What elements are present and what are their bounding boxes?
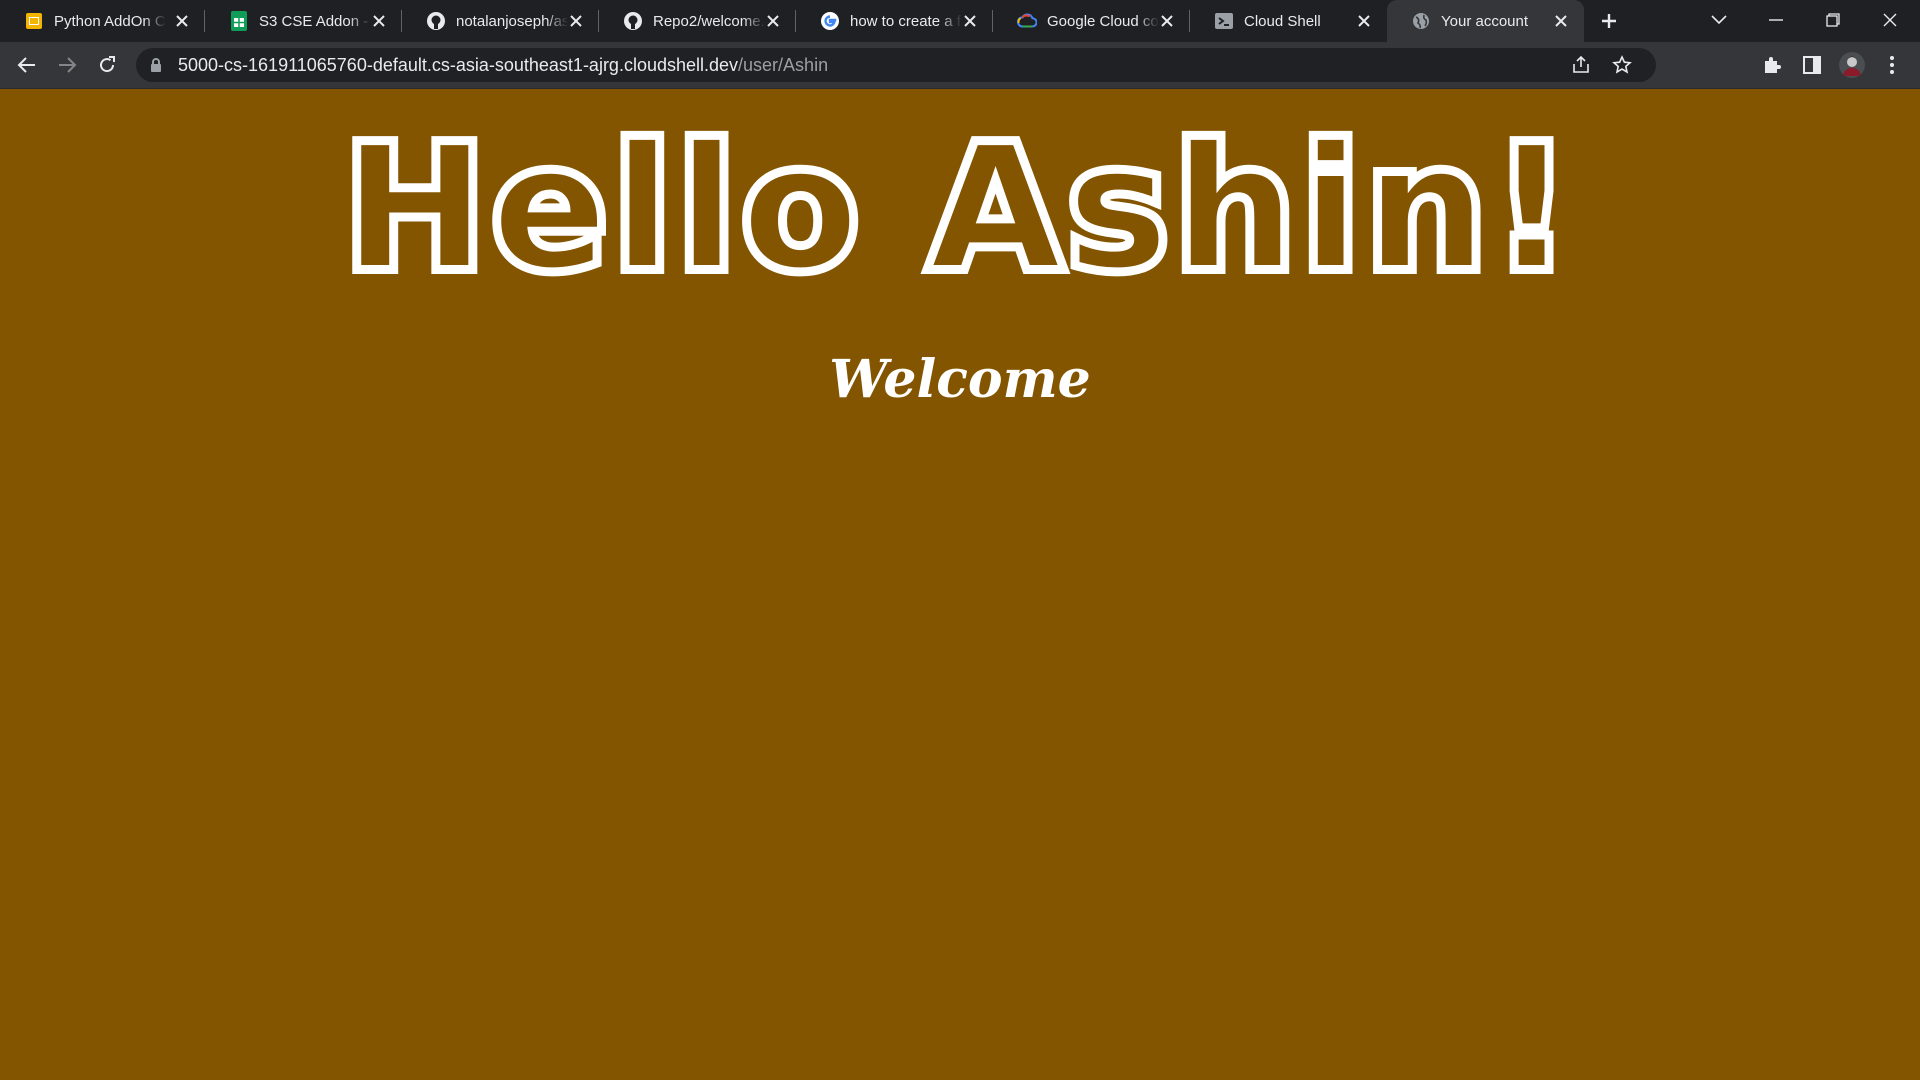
- lock-icon[interactable]: [150, 57, 162, 78]
- side-panel-button[interactable]: [1796, 49, 1828, 81]
- globe-icon: [1411, 11, 1431, 31]
- close-icon: [1883, 13, 1897, 27]
- tab-repo2-welcome[interactable]: Repo2/welcome.h: [599, 0, 796, 42]
- window-close-button[interactable]: [1862, 0, 1918, 40]
- extensions-button[interactable]: [1756, 49, 1788, 81]
- google-sheets-icon: [229, 11, 249, 31]
- tab-title: S3 CSE Addon - G: [259, 12, 371, 30]
- close-icon[interactable]: [1158, 12, 1176, 30]
- side-panel-icon: [1803, 56, 1821, 74]
- tab-cloud-shell[interactable]: Cloud Shell: [1190, 0, 1387, 42]
- address-bar[interactable]: 5000-cs-161911065760-default.cs-asia-sou…: [136, 48, 1656, 82]
- google-cloud-icon: [1017, 11, 1037, 31]
- close-icon[interactable]: [764, 12, 782, 30]
- restore-icon: [1826, 13, 1840, 27]
- browser-toolbar: 5000-cs-161911065760-default.cs-asia-sou…: [0, 42, 1920, 89]
- tab-python-addon[interactable]: Python AddOn Co: [0, 0, 205, 42]
- minimize-button[interactable]: [1748, 0, 1804, 40]
- url-path: /user/Ashin: [738, 55, 829, 75]
- close-icon[interactable]: [370, 12, 388, 30]
- tab-s3-cse-addon[interactable]: S3 CSE Addon - G: [205, 0, 402, 42]
- tab-notalanjoseph[interactable]: notalanjoseph/as: [402, 0, 599, 42]
- close-icon[interactable]: [567, 12, 585, 30]
- puzzle-icon: [1765, 57, 1781, 73]
- tab-title: notalanjoseph/as: [456, 12, 568, 30]
- greeting-heading: Hello Ashin!: [342, 108, 1577, 310]
- profile-button[interactable]: [1836, 49, 1868, 81]
- tab-your-account[interactable]: Your account: [1387, 0, 1584, 42]
- arrow-right-icon: [59, 57, 77, 73]
- tab-title: Google Cloud con: [1047, 12, 1159, 30]
- share-icon[interactable]: [1569, 53, 1593, 77]
- tab-title: Python AddOn Co: [54, 12, 166, 30]
- tab-search-button[interactable]: [1691, 0, 1747, 40]
- kebab-menu-icon: [1890, 56, 1894, 74]
- tab-strip: Python AddOn Co S3 CSE Addon - G notalan…: [0, 0, 1920, 42]
- close-icon[interactable]: [961, 12, 979, 30]
- avatar: [1839, 52, 1865, 78]
- restore-button[interactable]: [1805, 0, 1861, 40]
- chevron-down-icon: [1711, 15, 1727, 25]
- tab-title: Cloud Shell: [1244, 12, 1321, 30]
- reload-icon: [100, 56, 115, 73]
- tab-title: Repo2/welcome.h: [653, 12, 765, 30]
- minimize-icon: [1769, 19, 1783, 21]
- google-slides-icon: [24, 11, 44, 31]
- tab-title: how to create a fo: [850, 12, 962, 30]
- github-icon: [426, 11, 446, 31]
- bookmark-star-icon[interactable]: [1610, 53, 1634, 77]
- cloud-shell-icon: [1214, 11, 1234, 31]
- google-icon: [820, 11, 840, 31]
- url-text[interactable]: 5000-cs-161911065760-default.cs-asia-sou…: [178, 48, 828, 82]
- reload-button[interactable]: [91, 49, 123, 81]
- close-icon[interactable]: [1355, 12, 1373, 30]
- welcome-subtitle: Welcome: [829, 349, 1091, 410]
- github-icon: [623, 11, 643, 31]
- page-content: Hello Ashin! Hello Ashin! Welcome: [0, 89, 1920, 1080]
- tab-google-cloud-console[interactable]: Google Cloud con: [993, 0, 1190, 42]
- menu-button[interactable]: [1876, 49, 1908, 81]
- arrow-left-icon: [17, 57, 35, 73]
- plus-icon: [1602, 14, 1616, 28]
- forward-button[interactable]: [51, 49, 83, 81]
- back-button[interactable]: [11, 49, 43, 81]
- close-icon[interactable]: [1552, 12, 1570, 30]
- tab-how-to-create[interactable]: how to create a fo: [796, 0, 993, 42]
- url-host: 5000-cs-161911065760-default.cs-asia-sou…: [178, 55, 739, 75]
- new-tab-button[interactable]: [1596, 8, 1622, 34]
- close-icon[interactable]: [173, 12, 191, 30]
